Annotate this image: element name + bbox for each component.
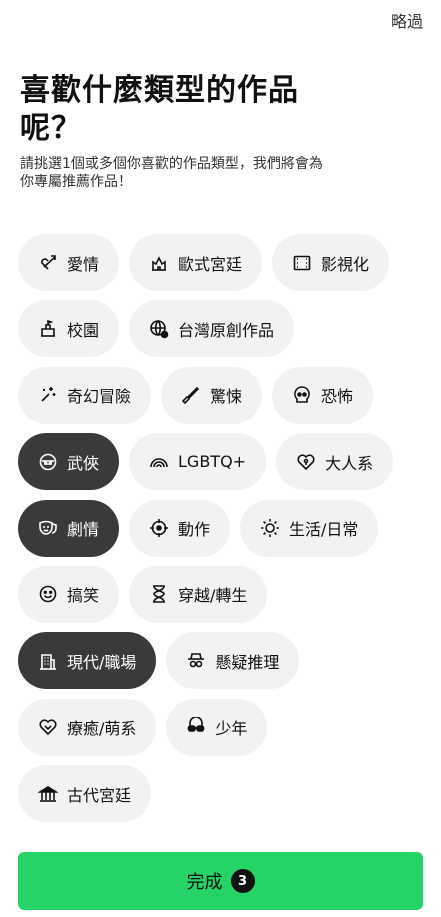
genre-chip-martial-arts[interactable]: 武俠	[18, 433, 120, 491]
film-icon	[292, 253, 312, 273]
genre-chip-label: 療癒/萌系	[67, 719, 137, 739]
genre-chip-label: 歐式宮廷	[178, 254, 243, 274]
genre-chip-ancient-court[interactable]: 古代宮廷	[18, 765, 152, 823]
genre-chip-mystery[interactable]: 懸疑推理	[166, 632, 300, 690]
genre-chip-shounen[interactable]: 少年	[166, 698, 268, 756]
genre-chip-horror[interactable]: 恐怖	[272, 366, 374, 424]
sun-icon	[260, 518, 280, 538]
cupid-arrow-icon	[38, 253, 58, 273]
genre-chip-romance[interactable]: 愛情	[18, 234, 120, 291]
genre-chip-adaptation[interactable]: 影視化	[272, 234, 390, 291]
castle-icon	[149, 253, 169, 273]
genre-chip-isekai[interactable]: 穿越/轉生	[129, 565, 268, 623]
genre-chip-healing[interactable]: 療癒/萌系	[18, 698, 157, 756]
magic-sparkle-icon	[38, 385, 58, 405]
genre-chip-fantasy[interactable]: 奇幻冒險	[18, 366, 152, 424]
genre-chip-lgbtq[interactable]: LGBTQ+	[129, 433, 267, 491]
genre-chip-daily-life[interactable]: 生活/日常	[240, 499, 379, 557]
genre-chip-label: LGBTQ+	[178, 452, 247, 472]
rainbow-icon	[149, 452, 169, 472]
genre-chip-label: 愛情	[67, 254, 100, 274]
sunglasses-icon	[186, 717, 206, 737]
genre-chip-taiwan-original[interactable]: 台灣原創作品	[129, 300, 295, 358]
ninja-mask-icon	[38, 452, 58, 472]
page-title: 喜歡什麼類型的作品呢？	[20, 73, 299, 146]
genre-chip-european-court[interactable]: 歐式宮廷	[129, 234, 263, 291]
genre-chip-drama[interactable]: 劇情	[18, 499, 120, 557]
done-button[interactable]: 完成 3	[18, 852, 423, 910]
skull-icon	[292, 385, 312, 405]
genre-chip-label: 校園	[67, 320, 100, 340]
genre-chip-adult[interactable]: 大人系	[276, 433, 394, 491]
genre-chip-label: 驚悚	[210, 387, 243, 407]
office-building-icon	[38, 651, 58, 671]
genre-chip-label: 恐怖	[321, 387, 354, 407]
genre-chip-label: 動作	[178, 520, 211, 540]
page-description: 請挑選1個或多個你喜歡的作品類型，我們將會為你專屬推薦作品！	[20, 156, 323, 190]
genre-chip-label: 台灣原創作品	[178, 320, 275, 340]
genre-chip-label: 現代/職場	[67, 652, 137, 672]
genre-chip-modern-office[interactable]: 現代/職場	[18, 632, 157, 690]
detective-icon	[186, 651, 206, 671]
genre-chip-label: 武俠	[67, 453, 100, 473]
hourglass-icon	[149, 584, 169, 604]
genre-chip-label: 懸疑推理	[215, 652, 280, 672]
genre-chip-label: 劇情	[67, 520, 100, 540]
knife-icon	[181, 385, 201, 405]
heart-lock-icon	[296, 452, 316, 472]
smile-icon	[38, 584, 58, 604]
genre-chip-label: 古代宮廷	[67, 785, 132, 805]
genre-chip-label: 生活/日常	[289, 520, 359, 540]
genre-chip-comedy[interactable]: 搞笑	[18, 565, 120, 623]
genre-chip-label: 大人系	[325, 453, 374, 473]
genre-chip-thriller[interactable]: 驚悚	[161, 366, 263, 424]
theater-mask-icon	[38, 518, 58, 538]
genre-chip-label: 搞笑	[67, 586, 100, 606]
genre-chip-list: 愛情 歐式宮廷 影視化 校園 台灣原創作品 奇幻冒險 驚悚 恐怖 武俠 LGBT…	[18, 234, 428, 832]
genre-chip-label: 影視化	[321, 254, 370, 274]
skip-button[interactable]: 略過	[391, 8, 423, 32]
heart-outline-icon	[38, 717, 58, 737]
genre-chip-label: 穿越/轉生	[178, 586, 248, 606]
crosshair-icon	[149, 518, 169, 538]
done-button-label: 完成	[186, 872, 223, 893]
genre-chip-label: 少年	[215, 719, 248, 739]
palace-icon	[38, 784, 58, 804]
globe-icon	[149, 319, 169, 339]
selected-count-badge: 3	[230, 869, 255, 893]
genre-chip-label: 奇幻冒險	[67, 387, 132, 407]
genre-chip-action[interactable]: 動作	[129, 499, 231, 557]
genre-chip-school[interactable]: 校園	[18, 300, 120, 358]
school-icon	[38, 319, 58, 339]
